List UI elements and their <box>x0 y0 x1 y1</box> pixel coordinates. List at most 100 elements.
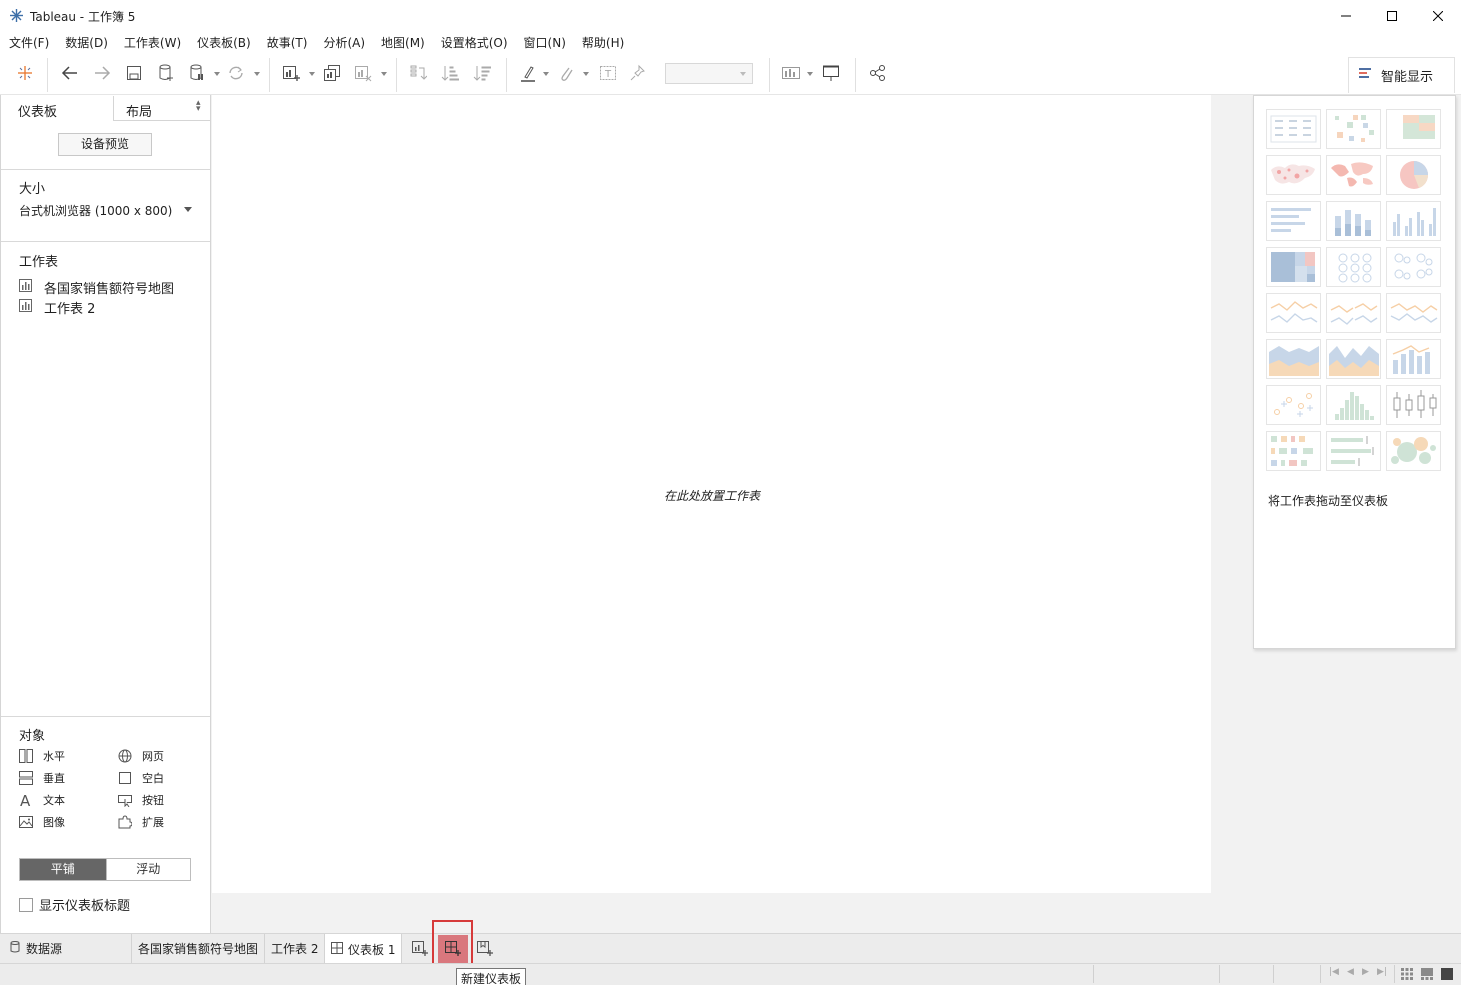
menu-analysis[interactable]: 分析(A) <box>323 34 365 51</box>
menu-map[interactable]: 地图(M) <box>381 34 425 51</box>
menu-worksheet[interactable]: 工作表(W) <box>124 34 181 51</box>
tab-sheet-2[interactable]: 工作表 2 <box>265 934 326 963</box>
chart-type-area-continuous[interactable] <box>1266 339 1321 379</box>
chart-type-horizontal-bars[interactable] <box>1266 201 1321 241</box>
refresh-icon[interactable] <box>224 60 248 86</box>
save-icon[interactable] <box>122 60 146 86</box>
fit-select[interactable] <box>665 63 753 84</box>
menu-story[interactable]: 故事(T) <box>267 34 308 51</box>
maximize-button[interactable] <box>1369 0 1415 31</box>
chart-type-box-whisker[interactable] <box>1386 385 1441 425</box>
chart-type-histogram[interactable] <box>1326 385 1381 425</box>
duplicate-sheet-icon[interactable] <box>320 60 344 86</box>
chart-type-area-discrete[interactable] <box>1326 339 1381 379</box>
group-members-icon[interactable] <box>554 60 578 86</box>
checkbox-icon <box>19 897 33 912</box>
object-button[interactable]: 按钮 <box>118 791 164 809</box>
show-cards-icon[interactable] <box>779 60 803 86</box>
minimize-button[interactable] <box>1323 0 1369 31</box>
tab-sheet-1[interactable]: 各国家销售额符号地图 <box>132 934 266 963</box>
show-me-tab[interactable]: 智能显示 <box>1348 57 1455 93</box>
object-text[interactable]: A 文本 <box>19 791 65 809</box>
sheet-list-item[interactable]: 各国家销售额符号地图 <box>19 278 175 297</box>
chart-type-pie[interactable] <box>1386 155 1441 195</box>
tab-label: 各国家销售额符号地图 <box>138 942 259 956</box>
chart-type-treemap[interactable] <box>1266 247 1321 287</box>
presentation-mode-icon[interactable] <box>819 60 843 86</box>
highlight-icon[interactable] <box>516 60 540 86</box>
last-sheet-icon[interactable]: ▶| <box>1377 967 1387 977</box>
fix-axes-icon[interactable] <box>626 60 650 86</box>
pause-updates-icon[interactable] <box>185 60 209 86</box>
chart-type-circle-view[interactable] <box>1326 247 1381 287</box>
close-button[interactable] <box>1415 0 1461 31</box>
chart-type-highlight-table[interactable] <box>1386 109 1441 149</box>
sort-ascending-icon[interactable] <box>438 60 462 86</box>
next-sheet-icon[interactable]: ▶ <box>1362 967 1369 977</box>
chart-type-scatter-plot[interactable] <box>1266 385 1321 425</box>
chart-type-side-by-side-circles[interactable] <box>1386 247 1441 287</box>
tab-dashboard[interactable]: 仪表板 <box>1 96 113 121</box>
database-icon <box>10 941 20 956</box>
tooltip: 新建仪表板 <box>456 968 527 985</box>
first-sheet-icon[interactable]: |◀ <box>1329 967 1339 977</box>
drop-hint: 在此处放置工作表 <box>663 489 760 503</box>
show-tabs-icon[interactable] <box>1441 968 1453 983</box>
tab-label: 仪表板 1 <box>348 942 396 957</box>
tableau-home-icon[interactable] <box>13 60 37 86</box>
floating-button[interactable]: 浮动 <box>105 859 190 880</box>
show-filmstrip-icon[interactable] <box>1421 968 1433 983</box>
new-worksheet-icon[interactable] <box>279 60 303 86</box>
sheet-list-item[interactable]: 工作表 2 <box>19 298 95 317</box>
new-data-source-icon[interactable] <box>154 60 178 86</box>
chart-type-dual-lines[interactable] <box>1386 293 1441 333</box>
menu-help[interactable]: 帮助(H) <box>582 34 624 51</box>
swap-rows-columns-icon[interactable] <box>406 60 430 86</box>
chart-type-gantt[interactable] <box>1266 431 1321 471</box>
show-mark-labels-icon[interactable]: T <box>596 60 620 86</box>
chart-type-dual-combination[interactable] <box>1386 339 1441 379</box>
redo-icon[interactable] <box>90 60 114 86</box>
menu-file[interactable]: 文件(F) <box>9 34 49 51</box>
chart-type-discrete-lines[interactable] <box>1326 293 1381 333</box>
tab-data-source[interactable]: 数据源 <box>0 934 132 963</box>
window-title: Tableau - 工作簿 5 <box>30 10 136 24</box>
object-extension[interactable]: 扩展 <box>118 813 164 831</box>
svg-text:T: T <box>604 69 612 80</box>
chart-type-stacked-bars[interactable] <box>1326 201 1381 241</box>
show-dashboard-title-checkbox[interactable]: 显示仪表板标题 <box>19 895 130 914</box>
share-icon[interactable] <box>866 60 890 86</box>
chart-type-bullet-graph[interactable] <box>1326 431 1381 471</box>
tiled-button[interactable]: 平铺 <box>20 859 106 880</box>
menu-format[interactable]: 设置格式(O) <box>441 34 508 51</box>
object-web-page[interactable]: 网页 <box>118 747 164 765</box>
undo-icon[interactable] <box>58 60 82 86</box>
text-icon: A <box>19 793 33 807</box>
new-worksheet-button[interactable] <box>406 936 434 962</box>
object-vertical[interactable]: 垂直 <box>19 769 65 787</box>
chart-type-continuous-lines[interactable] <box>1266 293 1321 333</box>
chart-type-side-by-side-bars[interactable] <box>1386 201 1441 241</box>
chart-type-packed-bubbles[interactable] <box>1386 431 1441 471</box>
object-horizontal[interactable]: 水平 <box>19 747 65 765</box>
object-image[interactable]: 图像 <box>19 813 65 831</box>
chart-type-text-table[interactable] <box>1266 109 1321 149</box>
clear-sheet-icon[interactable] <box>351 60 375 86</box>
chevron-down-icon <box>184 207 192 212</box>
objects-section-title: 对象 <box>19 729 46 744</box>
previous-sheet-icon[interactable]: ◀ <box>1347 967 1354 977</box>
menu-window[interactable]: 窗口(N) <box>524 34 566 51</box>
sort-descending-icon[interactable] <box>470 60 494 86</box>
menu-data[interactable]: 数据(D) <box>65 34 108 51</box>
object-blank[interactable]: 空白 <box>118 769 164 787</box>
chart-type-heat-map[interactable] <box>1326 109 1381 149</box>
device-preview-button[interactable]: 设备预览 <box>58 133 152 156</box>
size-dropdown[interactable]: 台式机浏览器 (1000 x 800) <box>19 202 194 220</box>
chart-type-symbol-map[interactable] <box>1266 155 1321 195</box>
menu-dashboard[interactable]: 仪表板(B) <box>197 34 251 51</box>
new-story-button[interactable] <box>471 936 499 962</box>
chart-type-filled-map[interactable] <box>1326 155 1381 195</box>
tab-dashboard-1[interactable]: 仪表板 1 <box>325 934 403 964</box>
show-sheet-sorter-icon[interactable] <box>1401 968 1413 983</box>
sheet-name: 各国家销售额符号地图 <box>44 281 175 297</box>
